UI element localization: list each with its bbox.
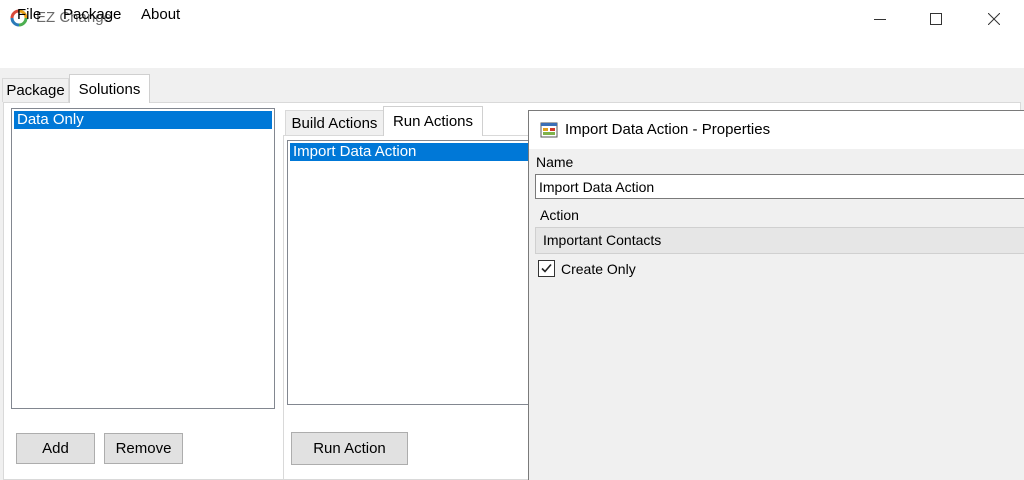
minimize-button[interactable] xyxy=(856,0,904,38)
close-icon xyxy=(988,13,1000,25)
create-only-label: Create Only xyxy=(561,261,636,277)
menu-package[interactable]: Package xyxy=(63,6,121,23)
name-label: Name xyxy=(536,154,574,170)
checkmark-icon xyxy=(541,263,552,273)
run-action-button[interactable]: Run Action xyxy=(291,432,408,465)
properties-window-icon xyxy=(540,122,558,138)
actions-list[interactable]: Import Data Action xyxy=(287,140,533,405)
tab-package[interactable]: Package xyxy=(2,78,69,102)
action-field[interactable]: Important Contacts xyxy=(535,227,1024,254)
solutions-list[interactable]: Data Only xyxy=(11,108,275,409)
remove-button[interactable]: Remove xyxy=(104,433,183,464)
create-only-checkbox[interactable] xyxy=(538,260,555,277)
maximize-icon xyxy=(930,13,942,25)
list-item[interactable]: Data Only xyxy=(14,111,272,129)
tab-build-actions[interactable]: Build Actions xyxy=(285,110,384,135)
add-button[interactable]: Add xyxy=(16,433,95,464)
close-button[interactable] xyxy=(970,0,1018,38)
tab-run-actions[interactable]: Run Actions xyxy=(383,106,483,136)
list-item[interactable]: Import Data Action xyxy=(290,143,533,161)
action-label: Action xyxy=(540,207,579,223)
menu-file[interactable]: File xyxy=(17,6,41,23)
menu-bar xyxy=(0,38,1024,68)
properties-window xyxy=(528,110,1024,480)
tab-solutions[interactable]: Solutions xyxy=(69,74,150,103)
name-field[interactable] xyxy=(535,174,1024,199)
menu-about[interactable]: About xyxy=(141,6,180,23)
minimize-icon xyxy=(874,19,886,20)
properties-title: Import Data Action - Properties xyxy=(565,121,771,138)
maximize-button[interactable] xyxy=(912,0,960,38)
